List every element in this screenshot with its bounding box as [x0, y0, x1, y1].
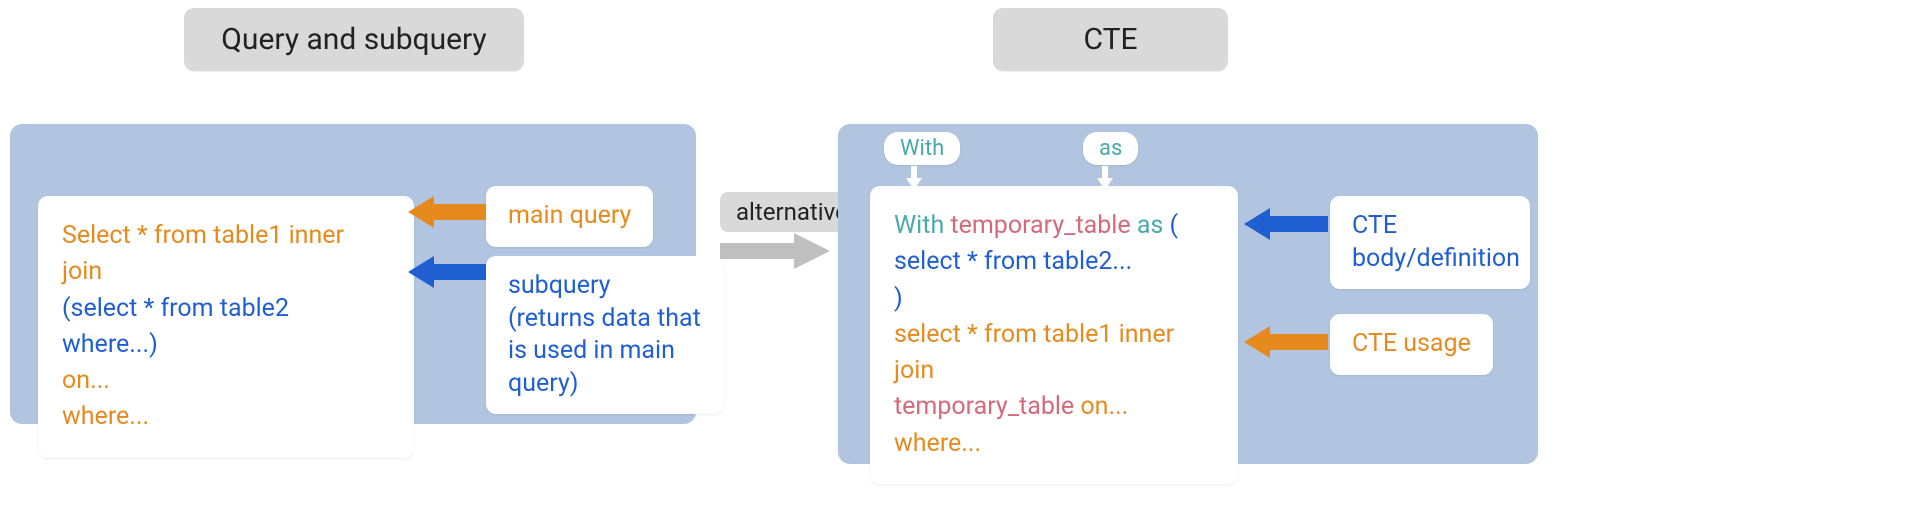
right-code-line6: where...: [894, 426, 1214, 462]
left-code-line1: Select * from table1 inner join: [62, 218, 390, 291]
right-code-line5: temporary_table on...: [894, 389, 1214, 425]
left-code-line4: where...: [62, 399, 390, 435]
right-code-line4: select * from table1 inner join: [894, 317, 1214, 390]
label-main-query: main query: [486, 186, 653, 247]
arrow-alternative: [720, 230, 830, 272]
kw-as: as: [1137, 211, 1170, 240]
arrow-left-orange: [408, 192, 486, 232]
arrow-left-blue: [408, 252, 486, 292]
arrow-right-blue: [1244, 204, 1328, 244]
pill-with: With: [884, 132, 960, 165]
label-subquery: subquery (returns data that is used in m…: [486, 256, 724, 414]
on-kw: on...: [1080, 392, 1128, 421]
arrow-right-orange: [1244, 322, 1328, 362]
arrow-pill-as: [1097, 166, 1113, 190]
right-title: CTE: [993, 8, 1228, 71]
tmp-table-use: temporary_table: [894, 392, 1080, 421]
right-code-line1: With temporary_table as (: [894, 208, 1214, 244]
left-code-line2: (select * from table2 where...): [62, 291, 390, 364]
right-code-line3: ): [894, 281, 1214, 317]
label-cte-body: CTE body/definition: [1330, 196, 1530, 289]
left-code-box: Select * from table1 inner join (select …: [38, 196, 414, 458]
kw-with: With: [894, 211, 950, 240]
pill-as: as: [1083, 132, 1138, 165]
arrow-pill-with: [906, 166, 922, 190]
right-code-box: With temporary_table as ( select * from …: [870, 186, 1238, 484]
left-title: Query and subquery: [184, 8, 524, 71]
right-code-line2: select * from table2...: [894, 244, 1214, 280]
paren-open: (: [1170, 211, 1179, 240]
tmp-table-def: temporary_table: [950, 211, 1136, 240]
label-cte-usage: CTE usage: [1330, 314, 1493, 375]
left-code-line3: on...: [62, 363, 390, 399]
